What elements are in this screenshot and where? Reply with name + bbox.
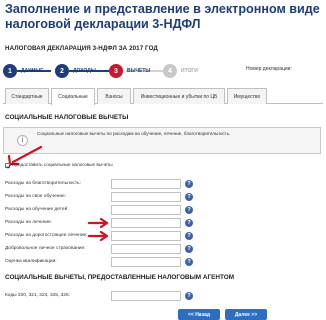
tab-contributions[interactable]: Взносы (97, 88, 131, 104)
expensive-treatment-field[interactable] (111, 231, 181, 241)
tab-property[interactable]: Имущество (227, 88, 267, 104)
question-icon[interactable]: ? (185, 180, 193, 188)
step-label: ИТОГИ (181, 68, 198, 74)
own-education-field[interactable] (111, 192, 181, 202)
insurance-field[interactable] (111, 244, 181, 254)
row-label: Расходы на обучение детей (5, 207, 68, 212)
agent-section-title: СОЦИАЛЬНЫЕ ВЫЧЕТЫ, ПРЕДОСТАВЛЕННЫЕ НАЛОГ… (5, 274, 235, 281)
checkmark-icon (6, 164, 11, 169)
step-number: 4 (163, 64, 177, 78)
step-results[interactable]: 4 ИТОГИ (163, 63, 198, 79)
info-box: i Социальные налоговые вычеты по расхода… (3, 127, 321, 154)
row-label: Добровольное личное страхование: (5, 246, 86, 251)
question-icon[interactable]: ? (185, 232, 193, 240)
question-icon[interactable]: ? (185, 206, 193, 214)
step-number: 2 (55, 64, 69, 78)
step-deductions[interactable]: 3 ВЫЧЕТЫ (109, 63, 150, 79)
info-text: Социальные налоговые вычеты по расходам … (37, 131, 231, 136)
row-label: Оценка квалификации: (5, 259, 57, 264)
row-label: Расходы на дорогостоящее лечение: (5, 233, 88, 238)
step-number: 3 (109, 64, 123, 78)
checkbox-label: Предоставить социальные налоговые вычеты (12, 162, 113, 167)
declaration-number-label: Номер декларации: (246, 66, 292, 72)
question-icon[interactable]: ? (185, 292, 193, 300)
wizard-steps: 1 ДАННЫЕ 2 ДОХОДЫ 3 ВЫЧЕТЫ 4 ИТОГИ (3, 63, 229, 79)
back-button[interactable]: << Назад (178, 309, 220, 320)
charity-expenses-field[interactable] (111, 179, 181, 189)
social-section-title: СОЦИАЛЬНЫЕ НАЛОГОВЫЕ ВЫЧЕТЫ (5, 114, 129, 121)
red-arrow-icon (88, 218, 109, 228)
declaration-title: НАЛОГОВАЯ ДЕКЛАРАЦИЯ 3-НДФЛ ЗА 2017 ГОД (5, 45, 158, 52)
tab-investment[interactable]: Инвестиционные и убытки по ЦБ (133, 88, 225, 104)
question-icon[interactable]: ? (185, 193, 193, 201)
deduction-tabs: Стандартные Социальные Взносы Инвестицио… (3, 88, 323, 105)
step-label: ВЫЧЕТЫ (127, 68, 151, 74)
step-label: ДОХОДЫ (73, 68, 96, 74)
row-label: Расходы на благотворительность: (5, 181, 81, 186)
tab-social[interactable]: Социальные (51, 88, 95, 105)
step-number: 1 (3, 64, 17, 78)
tab-standard[interactable]: Стандартные (5, 88, 49, 104)
row-label: Расходы на свое обучение: (5, 194, 67, 199)
question-icon[interactable]: ? (185, 245, 193, 253)
page-heading: Заполнение и представление в электронном… (5, 2, 320, 31)
step-income[interactable]: 2 ДОХОДЫ (55, 63, 96, 79)
codes-label: Коды 320, 321, 324, 325, 326: (5, 293, 70, 298)
agent-codes-field[interactable] (111, 291, 181, 301)
question-icon[interactable]: ? (185, 219, 193, 227)
children-education-field[interactable] (111, 205, 181, 215)
social-deductions-checkbox[interactable] (5, 163, 11, 169)
step-data[interactable]: 1 ДАННЫЕ (3, 63, 44, 79)
red-arrow-icon (88, 231, 109, 241)
row-label: Расходы на лечение: (5, 220, 53, 225)
next-button[interactable]: Далее >> (225, 309, 267, 320)
step-label: ДАННЫЕ (21, 68, 44, 74)
treatment-field[interactable] (111, 218, 181, 228)
question-icon[interactable]: ? (185, 258, 193, 266)
qualification-field[interactable] (111, 257, 181, 267)
